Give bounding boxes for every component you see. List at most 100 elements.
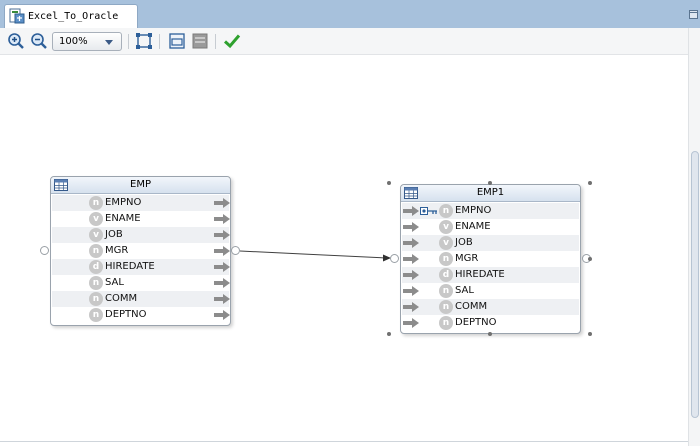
mapping-file-icon bbox=[9, 8, 25, 24]
column-row[interactable]: v JOB bbox=[52, 227, 230, 243]
column-row[interactable]: n DEPTNO bbox=[402, 315, 579, 331]
diagram-toolbar: 100% bbox=[0, 28, 688, 55]
column-row[interactable]: n EMPNO bbox=[52, 195, 230, 211]
column-name: EMPNO bbox=[105, 197, 142, 208]
column-arrow-icon[interactable] bbox=[214, 294, 230, 304]
column-type-icon: n bbox=[89, 308, 103, 322]
source-output-port[interactable] bbox=[231, 246, 240, 255]
column-arrow-icon[interactable] bbox=[214, 278, 230, 288]
column-name: ENAME bbox=[455, 221, 491, 232]
column-row[interactable]: v ENAME bbox=[402, 219, 579, 235]
toolbar-separator bbox=[128, 34, 129, 49]
selection-handle[interactable] bbox=[588, 181, 592, 185]
table-header: EMP1 bbox=[401, 185, 580, 202]
column-type-icon: n bbox=[439, 300, 453, 314]
target-table-emp1[interactable]: EMP1 n EMPNO v ENAME v JOB n MGR d HIREDATE n SAL n C… bbox=[400, 184, 581, 334]
column-row[interactable]: n COMM bbox=[402, 299, 579, 315]
table-name: EMP bbox=[130, 179, 151, 190]
column-name: DEPTNO bbox=[105, 309, 147, 320]
validate-check-icon[interactable] bbox=[223, 32, 241, 50]
selection-handle[interactable] bbox=[488, 181, 492, 185]
column-row[interactable]: n MGR bbox=[52, 243, 230, 259]
column-name: SAL bbox=[455, 285, 474, 296]
scrollbar-thumb[interactable] bbox=[691, 151, 699, 418]
column-row[interactable]: n MGR bbox=[402, 251, 579, 267]
tab-excel-to-oracle[interactable]: Excel_To_Oracle bbox=[4, 4, 138, 30]
column-type-icon: n bbox=[89, 292, 103, 306]
column-arrow-icon[interactable] bbox=[403, 206, 419, 216]
column-name: COMM bbox=[105, 293, 138, 304]
column-row[interactable]: n DEPTNO bbox=[52, 307, 230, 323]
zoom-out-icon[interactable] bbox=[30, 32, 48, 50]
column-name: JOB bbox=[455, 237, 473, 248]
target-input-port[interactable] bbox=[390, 254, 399, 263]
column-arrow-icon[interactable] bbox=[403, 286, 419, 296]
column-arrow-icon[interactable] bbox=[214, 310, 230, 320]
primary-key-icon bbox=[420, 207, 437, 215]
tab-title: Excel_To_Oracle bbox=[28, 11, 119, 22]
column-name: COMM bbox=[455, 301, 488, 312]
table-name: EMP1 bbox=[476, 187, 505, 198]
column-name: DEPTNO bbox=[455, 317, 497, 328]
chevron-down-icon bbox=[105, 40, 113, 45]
column-name: SAL bbox=[105, 277, 124, 288]
selection-handle[interactable] bbox=[588, 332, 592, 336]
column-name: EMPNO bbox=[455, 205, 492, 216]
column-arrow-icon[interactable] bbox=[403, 222, 419, 232]
column-name: ENAME bbox=[105, 213, 141, 224]
zoom-select[interactable]: 100% bbox=[52, 32, 122, 51]
column-arrow-icon[interactable] bbox=[214, 246, 230, 256]
column-arrow-icon[interactable] bbox=[403, 302, 419, 312]
column-row[interactable]: v ENAME bbox=[52, 211, 230, 227]
column-row[interactable]: v JOB bbox=[402, 235, 579, 251]
selection-handle[interactable] bbox=[588, 257, 592, 261]
column-name: MGR bbox=[105, 245, 129, 256]
source-table-emp[interactable]: EMP n EMPNO v ENAME v JOB n MGR d HIREDATE n SAL n CO… bbox=[50, 176, 231, 326]
editor-tab-strip: Excel_To_Oracle bbox=[0, 0, 700, 30]
maximize-icon[interactable] bbox=[689, 10, 698, 19]
column-name: MGR bbox=[455, 253, 479, 264]
column-name: HIREDATE bbox=[455, 269, 505, 280]
column-type-icon: n bbox=[439, 284, 453, 298]
column-type-icon: n bbox=[89, 196, 103, 210]
zoom-value: 100% bbox=[59, 36, 88, 47]
column-row[interactable]: n SAL bbox=[52, 275, 230, 291]
column-arrow-icon[interactable] bbox=[403, 318, 419, 328]
column-type-icon: n bbox=[89, 244, 103, 258]
column-type-icon: v bbox=[439, 236, 453, 250]
column-arrow-icon[interactable] bbox=[214, 262, 230, 272]
column-name: HIREDATE bbox=[105, 261, 155, 272]
column-type-icon: n bbox=[439, 204, 453, 218]
selection-handle[interactable] bbox=[488, 332, 492, 336]
column-arrow-icon[interactable] bbox=[403, 270, 419, 280]
column-row[interactable]: d HIREDATE bbox=[52, 259, 230, 275]
column-arrow-icon[interactable] bbox=[214, 214, 230, 224]
canvas-bottom-border bbox=[0, 441, 688, 442]
selection-handle[interactable] bbox=[387, 332, 391, 336]
properties-icon[interactable] bbox=[191, 32, 209, 50]
column-row[interactable]: n COMM bbox=[52, 291, 230, 307]
column-type-icon: n bbox=[89, 276, 103, 290]
column-row[interactable]: n EMPNO bbox=[402, 203, 579, 219]
fit-to-window-icon[interactable] bbox=[135, 32, 153, 50]
zoom-in-icon[interactable] bbox=[7, 32, 25, 50]
column-arrow-icon[interactable] bbox=[403, 238, 419, 248]
column-row[interactable]: n SAL bbox=[402, 283, 579, 299]
source-input-port[interactable] bbox=[40, 246, 49, 255]
column-type-icon: n bbox=[439, 252, 453, 266]
column-type-icon: v bbox=[439, 220, 453, 234]
column-row[interactable]: d HIREDATE bbox=[402, 267, 579, 283]
column-arrow-icon[interactable] bbox=[403, 254, 419, 264]
column-arrow-icon[interactable] bbox=[214, 230, 230, 240]
column-type-icon: n bbox=[439, 316, 453, 330]
column-type-icon: v bbox=[89, 228, 103, 242]
vertical-scrollbar[interactable] bbox=[688, 28, 700, 446]
toolbar-separator bbox=[215, 34, 216, 49]
column-type-icon: d bbox=[89, 260, 103, 274]
selection-handle[interactable] bbox=[387, 181, 391, 185]
column-arrow-icon[interactable] bbox=[214, 198, 230, 208]
column-type-icon: v bbox=[89, 212, 103, 226]
layout-icon[interactable] bbox=[168, 32, 186, 50]
toolbar-separator bbox=[159, 34, 160, 49]
column-type-icon: d bbox=[439, 268, 453, 282]
